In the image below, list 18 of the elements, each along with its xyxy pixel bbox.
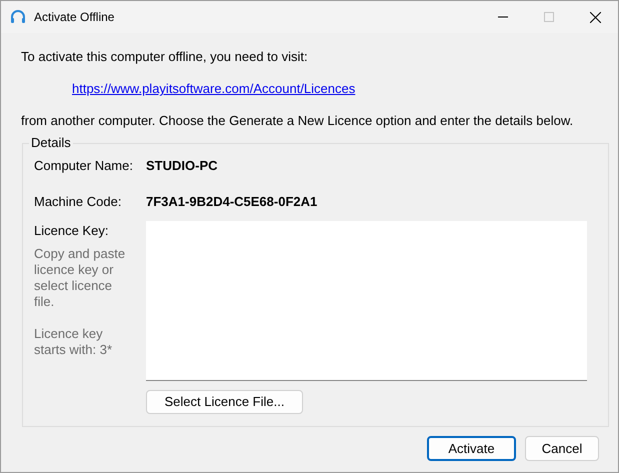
licence-key-field[interactable] bbox=[146, 221, 587, 381]
instructions-text: from another computer. Choose the Generate a New Licence option and enter the details below. bbox=[21, 112, 574, 130]
licences-link[interactable]: https://www.playitsoftware.com/Account/Licences bbox=[72, 73, 356, 105]
field-label: Machine Code: bbox=[34, 193, 122, 211]
field-label: Licence Key: bbox=[34, 222, 110, 240]
field-label: Computer Name: bbox=[34, 157, 134, 175]
window-title: Activate Offline bbox=[34, 9, 114, 26]
dialog-button[interactable]: Activate bbox=[427, 436, 516, 461]
maximize-icon bbox=[544, 12, 554, 22]
dialog-button[interactable]: Cancel bbox=[525, 436, 599, 461]
hint-text: Licence key starts with: 3* bbox=[34, 326, 114, 358]
hint-text: Copy and paste licence key or select licence file. bbox=[34, 246, 126, 310]
field-value: 7F3A1-9B2D4-C5E68-0F2A1 bbox=[146, 193, 318, 211]
intro-text: To activate this computer offline, you need to visit: bbox=[21, 48, 309, 66]
select-file-button[interactable]: Select Licence File... bbox=[146, 390, 303, 414]
field-value: STUDIO-PC bbox=[146, 157, 218, 175]
close-icon bbox=[590, 12, 600, 22]
headphones-icon bbox=[10, 9, 26, 25]
